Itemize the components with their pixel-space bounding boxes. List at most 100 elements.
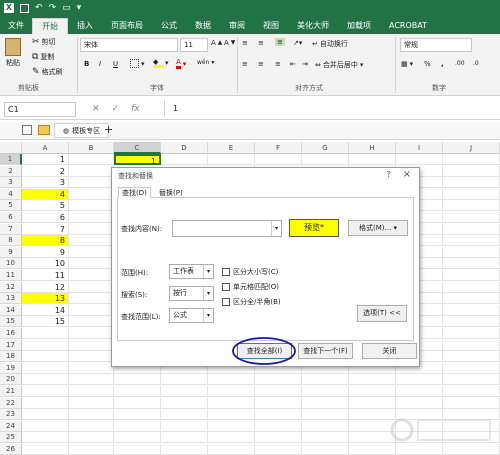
grid-cell[interactable] — [22, 420, 69, 432]
row-header[interactable]: 21 — [0, 386, 22, 397]
row-header[interactable]: 23 — [0, 409, 22, 421]
align-center-button[interactable]: ≡ — [258, 60, 264, 68]
grid-cell[interactable] — [208, 444, 255, 455]
grid-cell[interactable] — [22, 339, 69, 351]
within-select[interactable]: 工作表 ▾ — [169, 264, 214, 279]
row-header[interactable]: 4 — [0, 188, 22, 200]
number-format-select[interactable]: 常规 — [400, 38, 472, 52]
checkbox-box[interactable] — [222, 283, 230, 291]
align-right-button[interactable]: ≡ — [275, 60, 281, 68]
add-tab-button[interactable]: + — [104, 123, 113, 136]
grid-cell[interactable] — [69, 304, 114, 316]
look-in-select[interactable]: 公式 ▾ — [169, 308, 214, 323]
grid-cell[interactable] — [69, 223, 114, 235]
grid-cell[interactable] — [69, 246, 114, 258]
grid-cell[interactable] — [69, 362, 114, 374]
italic-button[interactable]: I — [99, 60, 101, 68]
find-what-input[interactable]: ▾ — [172, 220, 282, 237]
grid-cell[interactable] — [443, 316, 500, 328]
row-header[interactable]: 8 — [0, 235, 22, 247]
match-byte-checkbox[interactable]: 区分全/半角(B) — [222, 297, 281, 307]
grid-cell[interactable] — [69, 154, 114, 165]
grid-cell[interactable] — [69, 281, 114, 293]
grid-cell[interactable] — [255, 420, 302, 432]
grid-cell[interactable]: 14 — [22, 304, 69, 316]
grid-cell[interactable] — [396, 154, 443, 165]
tab-acrobat[interactable]: ACROBAT — [380, 18, 436, 34]
grid-cell[interactable] — [114, 386, 161, 397]
grid-cell[interactable] — [349, 154, 396, 165]
tab-insert[interactable]: 插入 — [68, 18, 102, 34]
tab-formulas[interactable]: 公式 — [152, 18, 186, 34]
grid-cell[interactable] — [443, 270, 500, 281]
grid-cell[interactable] — [208, 374, 255, 386]
grid-cell[interactable] — [443, 177, 500, 189]
grid-cell[interactable]: 7 — [22, 223, 69, 235]
row-header[interactable]: 13 — [0, 293, 22, 305]
grid-cell[interactable]: 4 — [22, 188, 69, 200]
grid-cell[interactable] — [69, 397, 114, 409]
grid-cell[interactable] — [255, 444, 302, 455]
chevron-down-icon[interactable]: ▾ — [203, 287, 213, 300]
grid-cell[interactable] — [69, 409, 114, 421]
options-button[interactable]: 选项(T) << — [357, 305, 407, 322]
grid-cell[interactable]: 11 — [22, 270, 69, 281]
name-box[interactable]: C1 — [4, 102, 76, 117]
help-button[interactable]: ? — [387, 170, 391, 179]
column-header-a[interactable]: A — [22, 142, 69, 154]
row-header[interactable]: 3 — [0, 177, 22, 189]
grid-cell[interactable] — [69, 200, 114, 212]
grid-cell[interactable] — [22, 397, 69, 409]
column-header-d[interactable]: D — [161, 142, 208, 154]
grid-cell[interactable] — [443, 281, 500, 293]
grid-cell[interactable] — [302, 432, 349, 444]
grid-cell[interactable] — [69, 258, 114, 270]
grow-font-button[interactable]: A ▲ — [211, 39, 222, 47]
match-case-checkbox[interactable]: 区分大小写(C) — [222, 267, 278, 277]
column-header-h[interactable]: H — [349, 142, 396, 154]
grid-cell[interactable] — [208, 386, 255, 397]
format-painter-button[interactable]: ✎ 格式刷 — [32, 67, 63, 77]
grid-cell[interactable] — [69, 420, 114, 432]
grid-cell[interactable] — [22, 444, 69, 455]
grid-cell[interactable] — [443, 165, 500, 177]
column-header-b[interactable]: B — [69, 142, 114, 154]
grid-cell[interactable] — [69, 339, 114, 351]
grid-cell[interactable] — [443, 154, 500, 165]
bold-button[interactable]: B — [84, 60, 89, 68]
grid-cell[interactable] — [443, 246, 500, 258]
home-icon[interactable] — [22, 125, 32, 135]
grid-cell[interactable] — [69, 293, 114, 305]
grid-cell[interactable] — [396, 386, 443, 397]
grid-cell[interactable] — [69, 374, 114, 386]
grid-cell[interactable] — [22, 351, 69, 363]
grid-cell[interactable] — [302, 444, 349, 455]
grid-cell[interactable]: 1 — [114, 154, 161, 166]
grid-cell[interactable] — [69, 188, 114, 200]
font-color-button[interactable]: A ▾ — [176, 58, 186, 69]
cut-button[interactable]: ✂ 剪切 — [32, 37, 56, 47]
chevron-down-icon[interactable]: ▾ — [203, 309, 213, 322]
grid-cell[interactable] — [443, 293, 500, 305]
merge-center-button[interactable]: ⇔ 合并后居中 ▾ — [315, 60, 363, 70]
grid-cell[interactable] — [349, 386, 396, 397]
grid-cell[interactable] — [22, 328, 69, 339]
row-header[interactable]: 14 — [0, 304, 22, 316]
undo-icon[interactable]: ↶ — [35, 3, 43, 13]
grid-cell[interactable] — [22, 362, 69, 374]
row-header[interactable]: 20 — [0, 374, 22, 386]
grid-cell[interactable] — [443, 235, 500, 247]
row-header[interactable]: 2 — [0, 165, 22, 177]
search-select[interactable]: 按行 ▾ — [169, 286, 214, 301]
grid-cell[interactable] — [114, 432, 161, 444]
font-size-select[interactable]: 11 — [180, 38, 208, 52]
grid-cell[interactable] — [114, 409, 161, 421]
row-header[interactable]: 25 — [0, 432, 22, 444]
grid-cell[interactable] — [161, 386, 208, 397]
checkbox-box[interactable] — [222, 298, 230, 306]
grid-cell[interactable] — [443, 200, 500, 212]
grid-cell[interactable] — [302, 374, 349, 386]
grid-cell[interactable] — [69, 177, 114, 189]
row-header[interactable]: 11 — [0, 270, 22, 281]
grid-cell[interactable]: 15 — [22, 316, 69, 328]
